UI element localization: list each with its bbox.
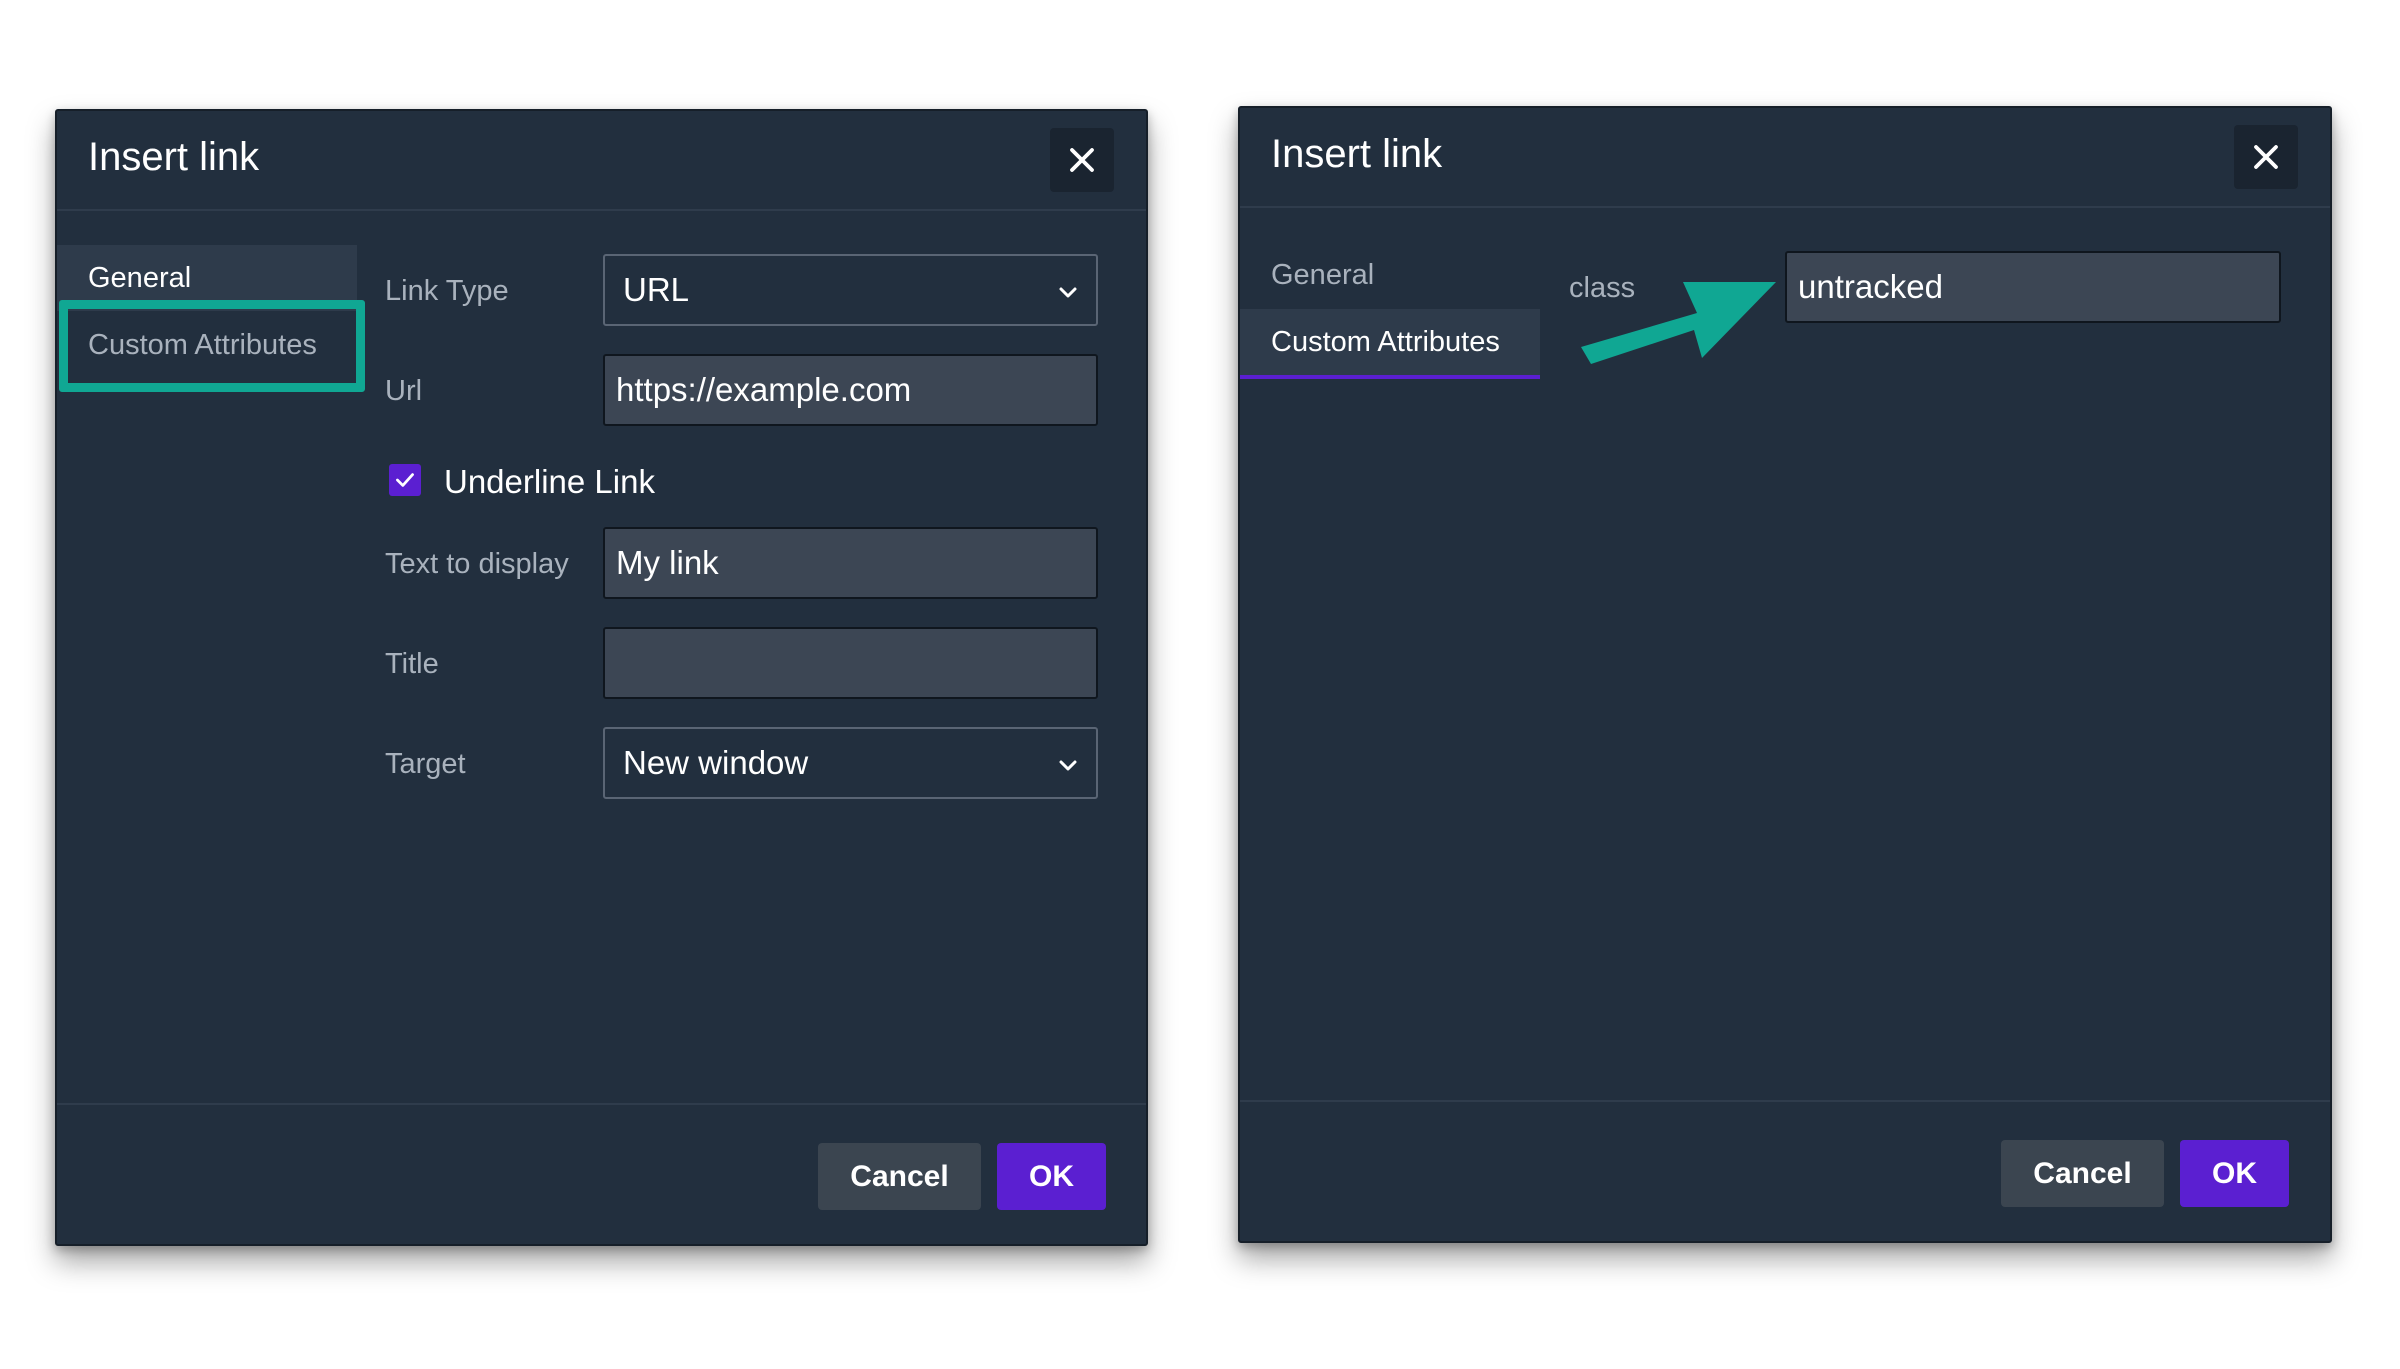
class-input[interactable]: untracked [1785, 251, 2281, 323]
text-to-display-value: My link [616, 544, 719, 581]
target-label: Target [385, 748, 466, 780]
tab-general-label: General [88, 261, 192, 294]
close-icon [2254, 145, 2278, 169]
dialog-header: Insert link [1240, 108, 2330, 208]
ok-button[interactable]: OK [2180, 1140, 2289, 1207]
class-value: untracked [1798, 268, 1943, 305]
tab-general[interactable]: General [1240, 242, 1540, 308]
url-input[interactable]: https://example.com [603, 354, 1098, 426]
dialog-title: Insert link [88, 135, 260, 179]
text-to-display-label: Text to display [385, 548, 569, 580]
url-value: https://example.com [616, 371, 912, 408]
underline-link-label[interactable]: Underline Link [444, 463, 655, 501]
insert-link-dialog-general: Insert link General Custom Attributes Li… [55, 109, 1148, 1246]
close-button[interactable] [2234, 125, 2298, 189]
close-button[interactable] [1050, 128, 1114, 192]
tab-custom-attributes[interactable]: Custom Attributes [1240, 309, 1540, 379]
chevron-down-icon [1059, 287, 1077, 298]
underline-checkbox[interactable] [389, 464, 421, 496]
ok-button[interactable]: OK [997, 1143, 1106, 1210]
cancel-button[interactable]: Cancel [2001, 1140, 2164, 1207]
tab-general-label: General [1271, 258, 1375, 291]
dialog-footer: Cancel OK [1240, 1100, 2330, 1243]
cancel-button[interactable]: Cancel [818, 1143, 981, 1210]
arrow-icon [1581, 282, 1776, 364]
link-type-value: URL [623, 271, 690, 308]
check-icon [396, 473, 414, 487]
chevron-down-icon [1059, 760, 1077, 771]
close-icon [1070, 148, 1094, 172]
dialog-header: Insert link [57, 111, 1146, 211]
text-to-display-input[interactable]: My link [603, 527, 1098, 599]
link-type-label: Link Type [385, 275, 509, 307]
title-label: Title [385, 648, 439, 680]
dialog-footer: Cancel OK [57, 1103, 1146, 1246]
url-label: Url [385, 375, 423, 407]
title-input[interactable] [603, 627, 1098, 699]
highlight-box [59, 300, 365, 392]
insert-link-dialog-custom-attributes: Insert link General Custom Attributes cl… [1238, 106, 2332, 1243]
target-value: New window [623, 744, 809, 781]
link-type-select[interactable]: URL [603, 254, 1098, 326]
target-select[interactable]: New window [603, 727, 1098, 799]
dialog-title: Insert link [1271, 132, 1443, 176]
tab-custom-attributes-label: Custom Attributes [1271, 325, 1500, 358]
